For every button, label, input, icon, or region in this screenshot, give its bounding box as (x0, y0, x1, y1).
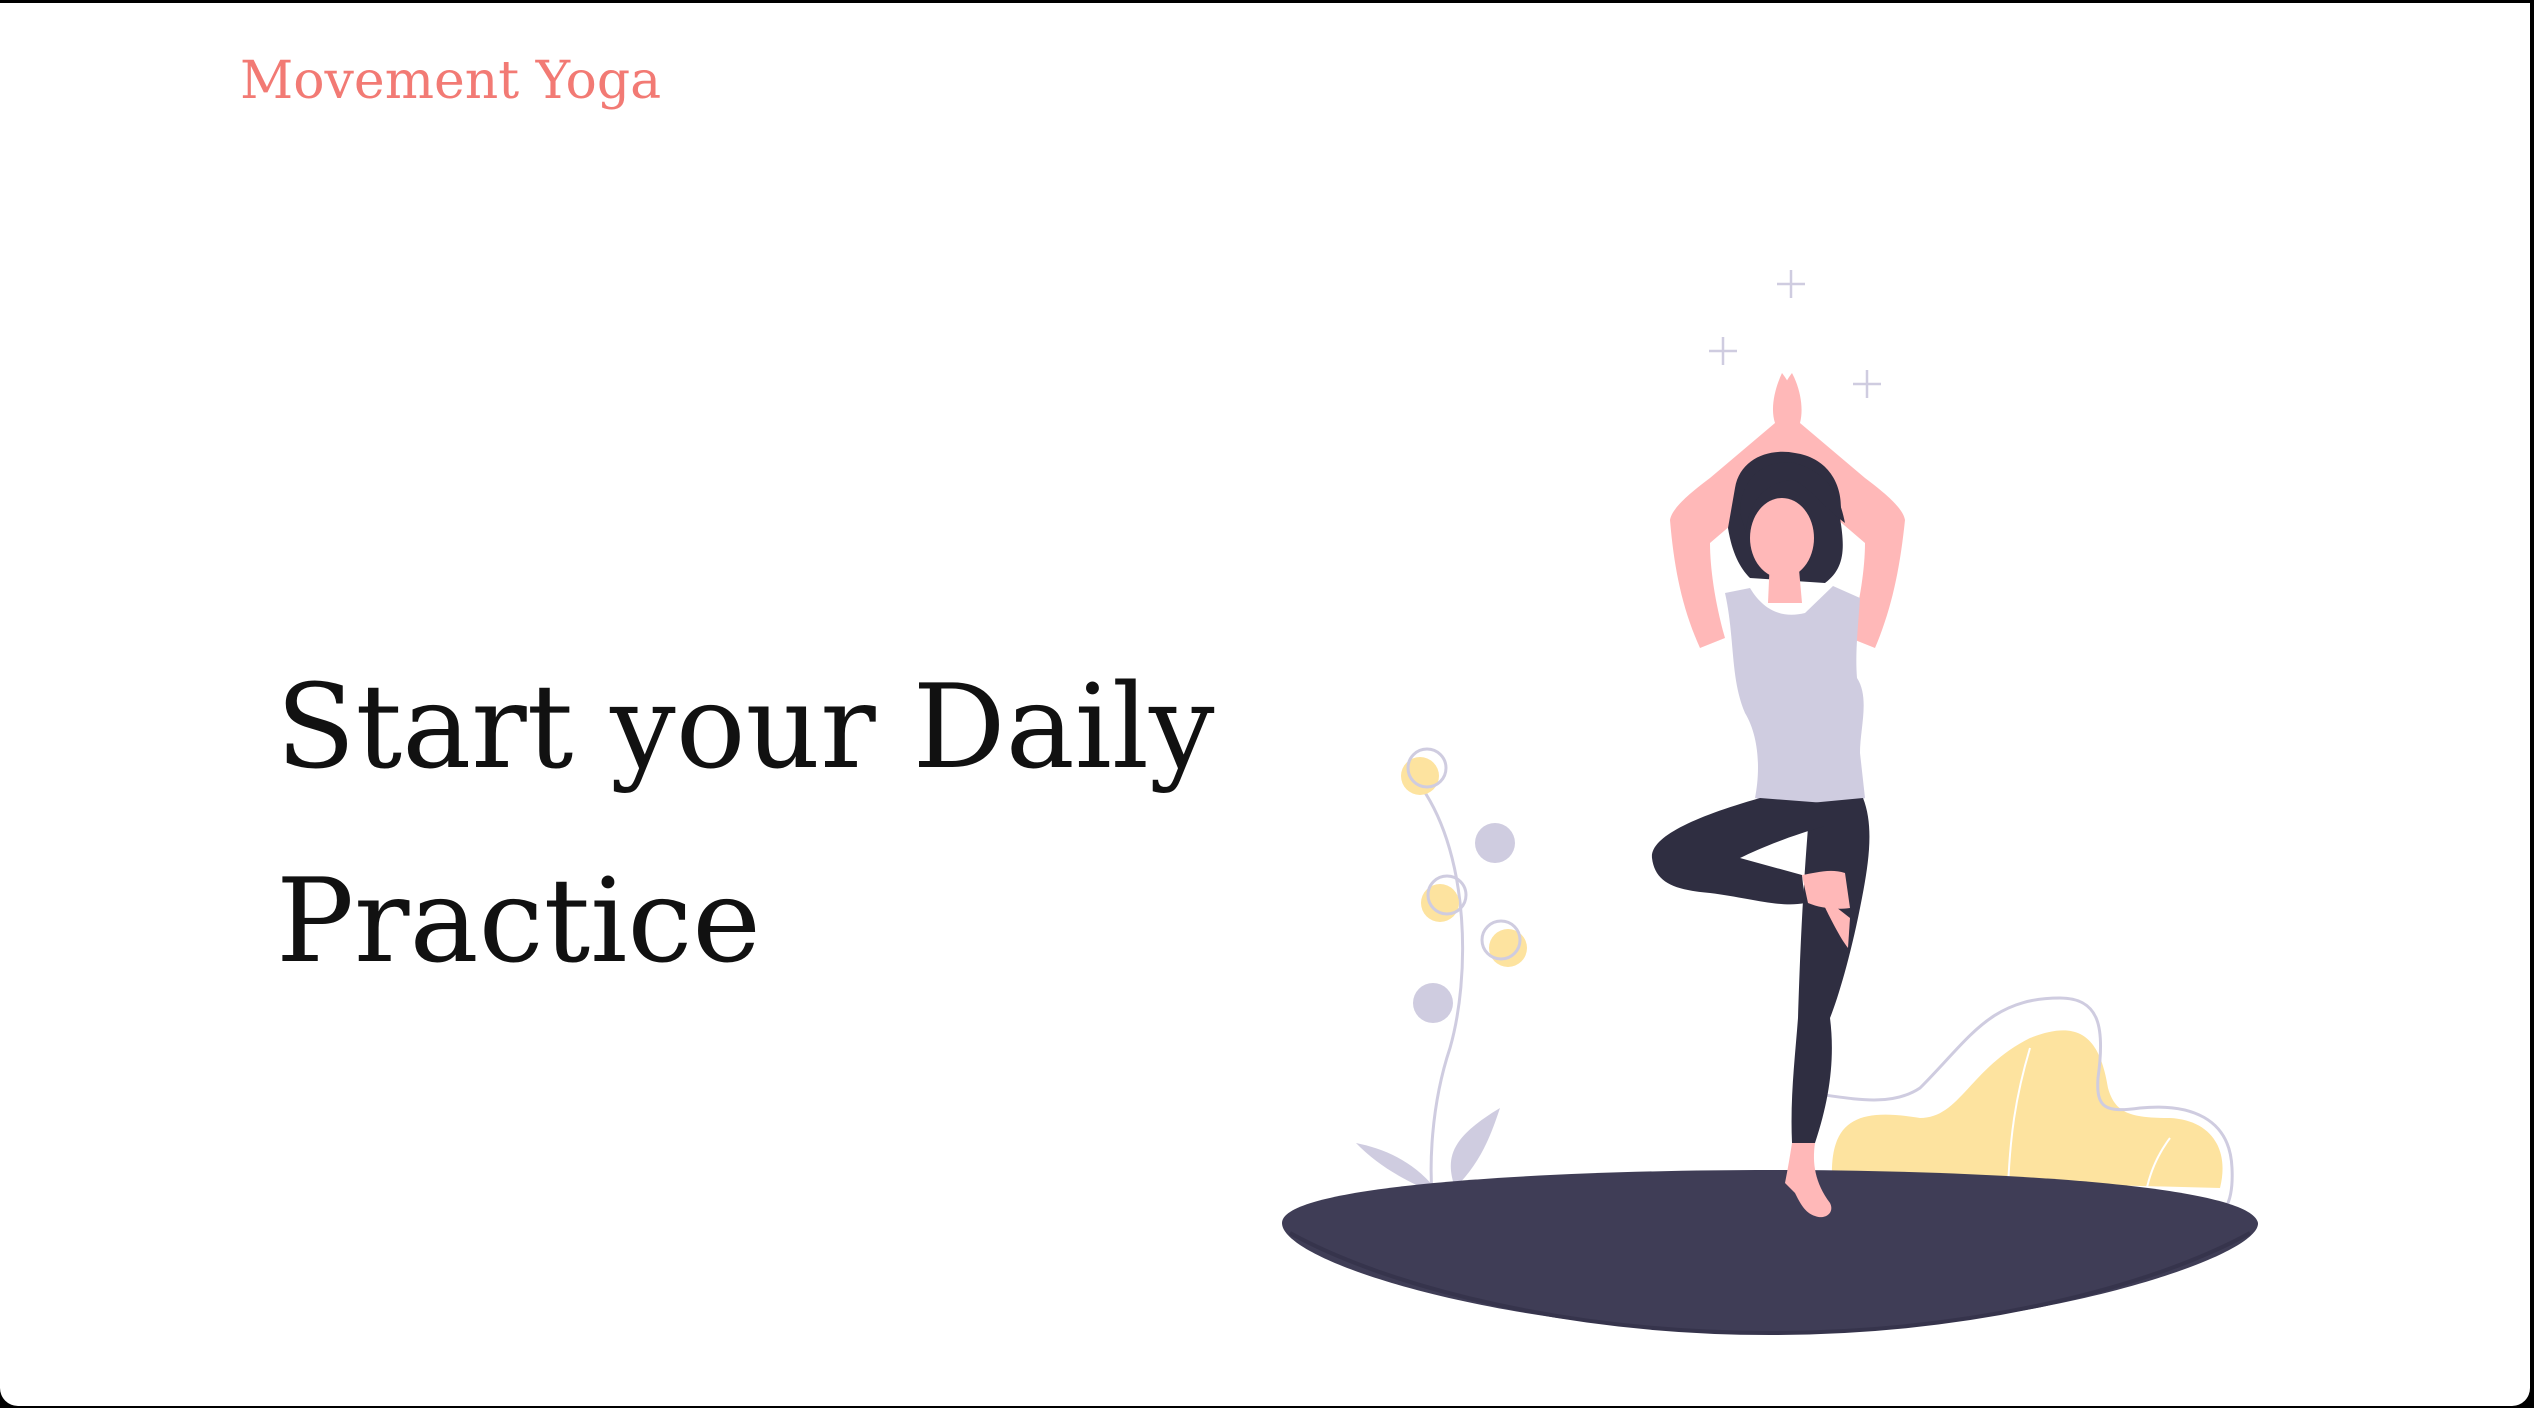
yoga-tree-pose-illustration (1282, 270, 2259, 1336)
sparkle-icon (1709, 337, 1737, 365)
sparkle-icon (1853, 370, 1881, 398)
sparkle-icon (1777, 270, 1805, 298)
yoga-woman-figure (1651, 373, 1905, 1218)
brand-logo-link[interactable]: Movement Yoga (240, 45, 661, 117)
plant-decoration (1356, 747, 1527, 1194)
yoga-mat (1282, 1170, 2259, 1336)
hero-title: Start your Daily Practice (276, 660, 1215, 989)
browser-viewport: Movement Yoga Start your Daily Practice (0, 3, 2530, 1406)
